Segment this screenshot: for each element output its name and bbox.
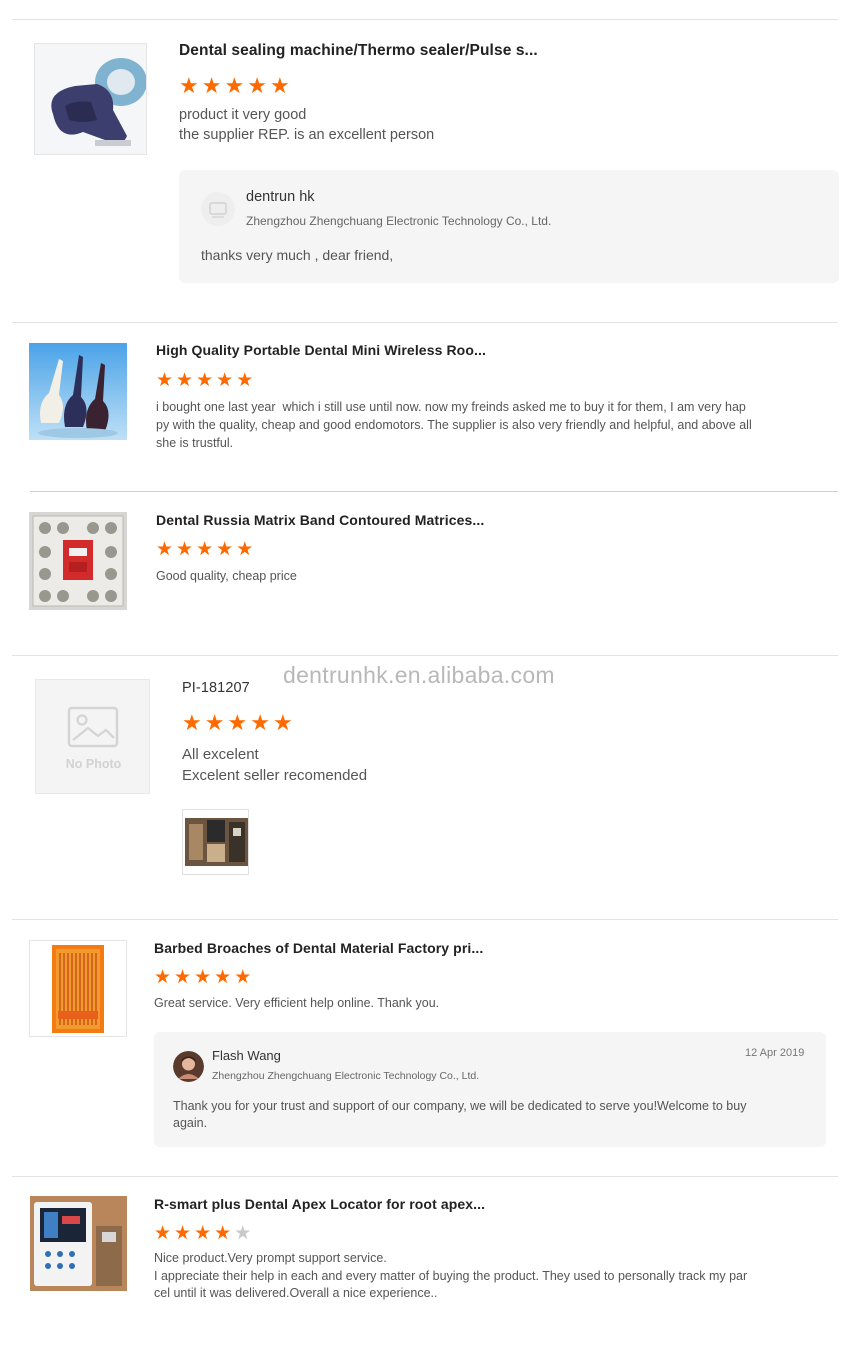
seller-reply: dentrun hk Zhengzhou Zhengchuang Electro… (179, 170, 839, 283)
star-empty-icon: ★ (234, 1223, 252, 1244)
review-line: Great service. Very efficient help onlin… (154, 996, 440, 1010)
reply-author-name: Flash Wang (212, 1048, 281, 1063)
product-thumbnail[interactable] (30, 1196, 127, 1291)
star-rating: ★ ★ ★ ★ ★ (156, 540, 253, 559)
product-title[interactable]: High Quality Portable Dental Mini Wirele… (156, 342, 486, 358)
star-filled-icon: ★ (227, 710, 248, 735)
star-rating: ★ ★ ★ ★ ★ (154, 1224, 251, 1243)
reply-text: thanks very much , dear friend, (201, 247, 394, 263)
star-filled-icon: ★ (194, 967, 212, 988)
star-filled-icon: ★ (179, 73, 199, 98)
review-text: Nice product.Very prompt support service… (154, 1250, 747, 1303)
no-photo-label: No Photo (65, 757, 122, 771)
reply-company: Zhengzhou Zhengchuang Electronic Technol… (212, 1070, 480, 1082)
product-thumbnail[interactable] (29, 940, 127, 1037)
star-filled-icon: ★ (201, 73, 222, 98)
reply-text: Thank you for your trust and support of … (173, 1098, 746, 1132)
reviewer-name: PI-181207 (182, 680, 250, 696)
star-rating: ★ ★ ★ ★ ★ (179, 75, 290, 97)
review-line: Nice product.Very prompt support service… (154, 1251, 387, 1265)
star-filled-icon: ★ (156, 539, 174, 560)
no-photo-placeholder-icon (67, 706, 119, 748)
star-filled-icon: ★ (204, 710, 225, 735)
star-filled-icon: ★ (154, 1223, 172, 1244)
review-photo-attachment[interactable] (182, 809, 249, 875)
star-filled-icon: ★ (216, 370, 234, 391)
product-thumbnail[interactable] (29, 343, 127, 440)
review-line: she is trustful. (156, 436, 234, 450)
reply-date: 12 Apr 2019 (745, 1047, 805, 1059)
divider (30, 491, 838, 492)
review-line: product it very good (179, 107, 307, 123)
star-filled-icon: ★ (176, 539, 194, 560)
star-filled-icon: ★ (174, 1223, 192, 1244)
product-title[interactable]: Barbed Broaches of Dental Material Facto… (154, 940, 483, 956)
divider (12, 19, 838, 20)
divider (12, 655, 838, 656)
divider (12, 1176, 838, 1177)
product-title[interactable]: Dental sealing machine/Thermo sealer/Pul… (179, 42, 538, 60)
product-title[interactable]: Dental Russia Matrix Band Contoured Matr… (156, 512, 484, 528)
star-filled-icon: ★ (236, 539, 254, 560)
star-filled-icon: ★ (236, 370, 254, 391)
matrix-band-kit-photo-icon (29, 512, 127, 610)
star-filled-icon: ★ (234, 967, 252, 988)
review-line: All excelent (182, 746, 259, 763)
review-line: cel until it was delivered.Overall a nic… (154, 1286, 438, 1300)
seller-reply: Flash Wang 12 Apr 2019 Zhengzhou Zhengch… (154, 1032, 826, 1147)
endomotor-photo-icon (29, 343, 127, 440)
review-text: All excelent Excelent seller recomended (182, 744, 367, 786)
customer-photo-attachment-icon (183, 810, 248, 874)
star-filled-icon: ★ (214, 967, 232, 988)
user-avatar-icon (173, 1051, 204, 1082)
reply-line: again. (173, 1116, 208, 1130)
star-rating: ★ ★ ★ ★ ★ (154, 968, 251, 987)
star-filled-icon: ★ (156, 370, 174, 391)
star-rating: ★ ★ ★ ★ ★ (156, 371, 253, 390)
product-thumbnail[interactable] (29, 512, 127, 610)
review-text: Good quality, cheap price (156, 568, 297, 585)
divider (12, 322, 838, 323)
star-filled-icon: ★ (224, 73, 245, 98)
review-line: Excelent seller recomended (182, 767, 368, 784)
product-thumbnail[interactable] (34, 43, 147, 155)
review-line: I appreciate their help in each and ever… (154, 1268, 748, 1283)
star-filled-icon: ★ (250, 710, 270, 735)
star-filled-icon: ★ (154, 967, 172, 988)
review-line: i bought one last year which i still use… (156, 400, 746, 414)
star-filled-icon: ★ (196, 539, 214, 560)
reply-company: Zhengzhou Zhengchuang Electronic Technol… (246, 214, 552, 228)
review-text: product it very good the supplier REP. i… (179, 105, 434, 145)
star-filled-icon: ★ (269, 73, 290, 98)
star-filled-icon: ★ (176, 370, 194, 391)
review-line: py with the quality, cheap and good endo… (156, 418, 752, 432)
star-filled-icon: ★ (214, 1223, 232, 1244)
sealing-machine-photo-icon (35, 44, 146, 154)
watermark-text: dentrunhk.en.alibaba.com (283, 662, 555, 688)
star-filled-icon: ★ (182, 710, 202, 735)
star-rating: ★ ★ ★ ★ ★ (182, 712, 293, 734)
star-filled-icon: ★ (174, 967, 192, 988)
reply-line: Thank you for your trust and support of … (173, 1099, 747, 1113)
star-filled-icon: ★ (196, 370, 214, 391)
barbed-broaches-photo-icon (30, 941, 126, 1036)
review-text: Great service. Very efficient help onlin… (154, 995, 439, 1012)
apex-locator-photo-icon (30, 1196, 127, 1291)
star-filled-icon: ★ (272, 710, 293, 735)
divider (12, 919, 838, 920)
review-line: the supplier REP. is an excellent person (179, 127, 435, 143)
review-text: i bought one last year which i still use… (156, 398, 752, 452)
reply-author-name: dentrun hk (246, 189, 315, 205)
company-logo-avatar-icon (201, 192, 235, 226)
star-filled-icon: ★ (194, 1223, 212, 1244)
star-filled-icon: ★ (247, 73, 267, 98)
star-filled-icon: ★ (216, 539, 234, 560)
review-line: Good quality, cheap price (156, 569, 297, 583)
product-title[interactable]: R-smart plus Dental Apex Locator for roo… (154, 1196, 485, 1212)
reviewer-avatar: No Photo (35, 679, 150, 794)
